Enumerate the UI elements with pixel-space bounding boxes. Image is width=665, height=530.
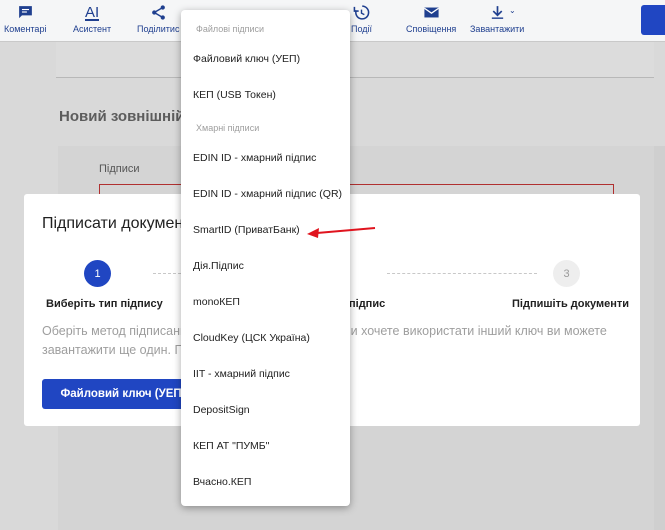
file-key-button[interactable]: Файловий ключ (УЕП) bbox=[42, 379, 204, 409]
share-button[interactable]: Поділитис bbox=[137, 4, 179, 38]
menu-item-usb-token[interactable]: КЕП (USB Токен) bbox=[181, 80, 350, 110]
step-1-label: Виберіть тип підпису bbox=[46, 298, 163, 310]
menu-item-pumb[interactable]: КЕП АТ "ПУМБ" bbox=[181, 431, 350, 461]
share-icon bbox=[151, 5, 165, 20]
step-connector bbox=[387, 273, 537, 274]
signature-type-menu: Файлові підписи Файловий ключ (УЕП) КЕП … bbox=[181, 10, 350, 506]
step-2-label: підпис bbox=[349, 298, 386, 310]
download-button[interactable]: Завантажити bbox=[470, 4, 524, 38]
share-label: Поділитис bbox=[137, 24, 180, 34]
menu-group-cloud-signatures: Хмарні підписи bbox=[196, 123, 260, 133]
menu-item-edin-id-qr[interactable]: EDIN ID - хмарний підпис (QR) bbox=[181, 179, 350, 209]
notifications-label: Сповіщення bbox=[406, 24, 457, 34]
ai-icon: AI bbox=[84, 4, 100, 21]
description-text: завантажити ще один. П bbox=[42, 343, 184, 357]
menu-item-depositsign[interactable]: DepositSign bbox=[181, 395, 350, 425]
events-button[interactable]: Події bbox=[351, 4, 372, 38]
step-1-indicator: 1 bbox=[84, 260, 111, 287]
background-card bbox=[56, 42, 654, 78]
menu-item-monokep[interactable]: monoКЕП bbox=[181, 287, 350, 317]
annotation-arrow-icon bbox=[307, 227, 376, 238]
menu-group-file-signatures: Файлові підписи bbox=[196, 24, 265, 34]
download-label: Завантажити bbox=[470, 24, 525, 34]
primary-action-button[interactable] bbox=[641, 5, 665, 35]
step-3-label: Підпишіть документи bbox=[512, 298, 630, 310]
step-connector bbox=[153, 273, 181, 274]
events-label: Події bbox=[351, 24, 373, 34]
assistant-label: Асистент bbox=[73, 24, 112, 34]
comment-icon bbox=[18, 6, 32, 19]
menu-item-vchasno-kep[interactable]: Вчасно.КЕП bbox=[181, 467, 350, 497]
background-side-panel bbox=[654, 146, 665, 530]
comments-button[interactable]: Коментарі bbox=[4, 4, 46, 38]
modal-title: Підписати докумен bbox=[42, 215, 184, 232]
notifications-button[interactable]: Сповіщення bbox=[406, 4, 456, 38]
mail-icon bbox=[423, 7, 439, 18]
step-3-indicator: 3 bbox=[553, 260, 580, 287]
document-heading: Новий зовнішній bbox=[59, 108, 185, 125]
history-icon bbox=[353, 5, 370, 20]
menu-item-edin-id[interactable]: EDIN ID - хмарний підпис bbox=[181, 143, 350, 173]
menu-item-file-key[interactable]: Файловий ключ (УЕП) bbox=[181, 44, 350, 74]
assistant-button[interactable]: AI Асистент bbox=[73, 4, 111, 38]
download-icon bbox=[491, 6, 503, 19]
menu-item-diia-pidpys[interactable]: Дія.Підпис bbox=[181, 251, 350, 281]
comments-label: Коментарі bbox=[4, 24, 47, 34]
menu-item-cloudkey[interactable]: CloudKey (ЦСК Україна) bbox=[181, 323, 350, 353]
description-text: Оберіть метод підписанн bbox=[42, 324, 187, 338]
description-text: ви хочете використати інший ключ ви може… bbox=[344, 324, 607, 338]
menu-item-iit[interactable]: IIT - хмарний підпис bbox=[181, 359, 350, 389]
signatures-label: Підписи bbox=[99, 163, 140, 175]
download-chevron-icon[interactable]: ⌄ bbox=[509, 6, 516, 15]
